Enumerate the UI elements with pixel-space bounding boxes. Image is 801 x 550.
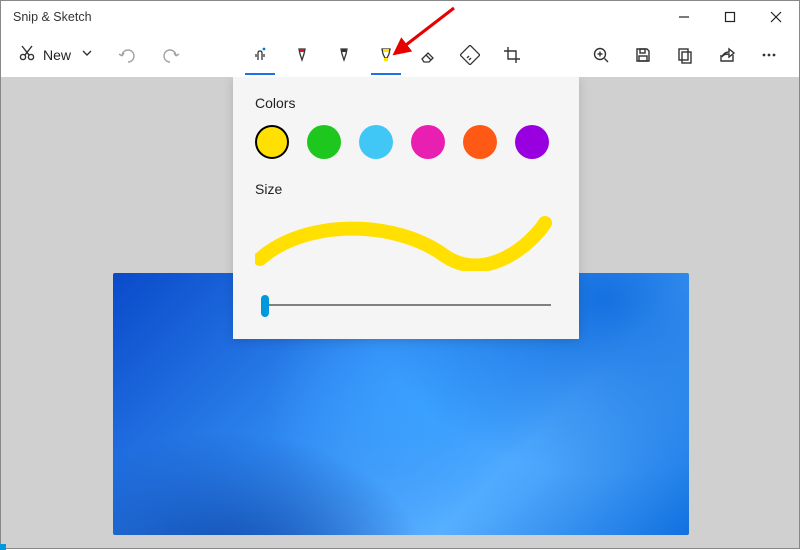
size-slider[interactable] bbox=[261, 295, 551, 315]
more-button[interactable] bbox=[749, 35, 789, 75]
slider-thumb[interactable] bbox=[261, 295, 269, 317]
taskbar-accent bbox=[0, 544, 6, 550]
ruler-tool[interactable] bbox=[450, 35, 490, 75]
color-swatch-sky-blue[interactable] bbox=[359, 125, 393, 159]
ballpoint-pen-tool[interactable] bbox=[282, 35, 322, 75]
size-label: Size bbox=[255, 181, 557, 197]
titlebar: Snip & Sketch bbox=[1, 1, 799, 33]
color-swatch-purple[interactable] bbox=[515, 125, 549, 159]
share-button[interactable] bbox=[707, 35, 747, 75]
snip-icon bbox=[17, 43, 37, 68]
window-title: Snip & Sketch bbox=[13, 10, 661, 24]
window-controls bbox=[661, 1, 799, 33]
save-button[interactable] bbox=[623, 35, 663, 75]
app-window: Snip & Sketch bbox=[0, 0, 800, 549]
colors-label: Colors bbox=[255, 95, 557, 111]
touch-writing-tool[interactable] bbox=[240, 35, 280, 75]
toolbar-left: New bbox=[11, 35, 191, 75]
toolbar-center bbox=[195, 35, 577, 75]
new-label: New bbox=[43, 47, 71, 63]
minimize-button[interactable] bbox=[661, 1, 707, 33]
slider-track bbox=[261, 304, 551, 306]
highlighter-tool[interactable] bbox=[366, 35, 406, 75]
crop-tool[interactable] bbox=[492, 35, 532, 75]
color-swatch-magenta[interactable] bbox=[411, 125, 445, 159]
chevron-down-icon[interactable] bbox=[77, 46, 97, 64]
redo-button bbox=[151, 35, 191, 75]
maximize-button[interactable] bbox=[707, 1, 753, 33]
toolbar: New bbox=[1, 33, 799, 77]
pencil-tool[interactable] bbox=[324, 35, 364, 75]
copy-button[interactable] bbox=[665, 35, 705, 75]
undo-button bbox=[107, 35, 147, 75]
toolbar-right bbox=[581, 35, 789, 75]
zoom-button[interactable] bbox=[581, 35, 621, 75]
close-button[interactable] bbox=[753, 1, 799, 33]
new-snip-button[interactable]: New bbox=[11, 37, 103, 73]
color-swatch-yellow[interactable] bbox=[255, 125, 289, 159]
canvas-area[interactable]: Colors Size bbox=[1, 77, 799, 548]
stroke-preview bbox=[255, 211, 557, 271]
color-swatches bbox=[255, 125, 557, 159]
color-swatch-green[interactable] bbox=[307, 125, 341, 159]
color-swatch-orange[interactable] bbox=[463, 125, 497, 159]
eraser-tool[interactable] bbox=[408, 35, 448, 75]
highlighter-popover: Colors Size bbox=[233, 77, 579, 339]
